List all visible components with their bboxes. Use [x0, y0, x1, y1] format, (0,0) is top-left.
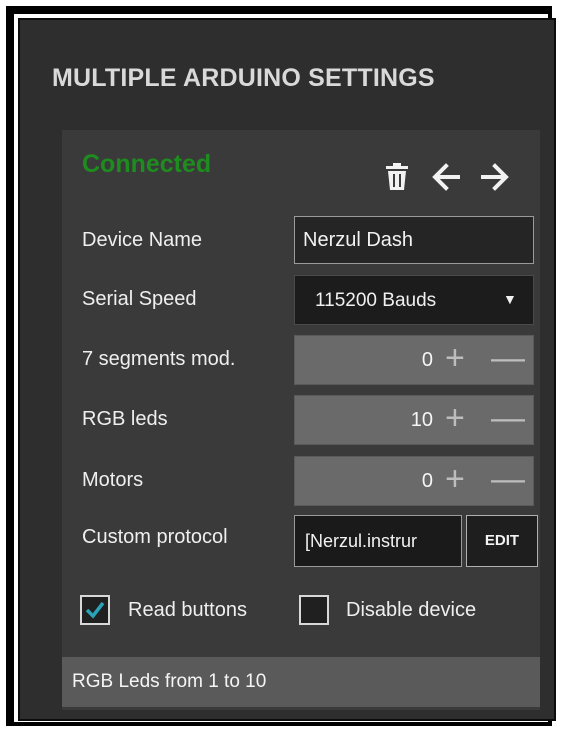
minus-icon[interactable]: —: [491, 462, 525, 496]
read-buttons-label: Read buttons: [128, 599, 247, 621]
device-name-input[interactable]: [294, 216, 534, 264]
seven-segments-value: 0: [421, 349, 433, 371]
serial-speed-select[interactable]: 115200 Bauds ▼: [294, 275, 534, 325]
seven-segments-stepper[interactable]: 0 + —: [294, 335, 534, 385]
rgb-leds-value: 10: [410, 409, 433, 431]
disable-device-checkbox[interactable]: [299, 595, 329, 625]
motors-value: 0: [421, 470, 433, 492]
seven-segments-label: 7 segments mod.: [82, 348, 236, 370]
plus-icon[interactable]: +: [445, 401, 465, 435]
trash-icon[interactable]: [384, 163, 410, 196]
minus-icon[interactable]: —: [491, 401, 525, 435]
rgb-leds-stepper[interactable]: 10 + —: [294, 395, 534, 445]
panel-title: MULTIPLE ARDUINO SETTINGS: [52, 64, 435, 92]
checkmark-icon: [85, 601, 105, 619]
read-buttons-checkbox[interactable]: [80, 595, 110, 625]
custom-protocol-label: Custom protocol: [82, 526, 228, 548]
plus-icon[interactable]: +: [445, 462, 465, 496]
disable-device-label: Disable device: [346, 599, 477, 621]
motors-stepper[interactable]: 0 + —: [294, 456, 534, 506]
custom-protocol-field[interactable]: [Nerzul.instrur: [294, 515, 462, 567]
serial-speed-label: Serial Speed: [82, 288, 197, 310]
footer-bar: RGB Leds from 1 to 10: [62, 657, 540, 707]
device-name-label: Device Name: [82, 229, 203, 251]
motors-label: Motors: [82, 469, 144, 491]
arrow-right-icon[interactable]: [479, 163, 509, 196]
rgb-leds-label: RGB leds: [82, 408, 168, 430]
serial-speed-value: 115200 Bauds: [315, 290, 437, 311]
edit-protocol-button[interactable]: EDIT: [466, 515, 538, 567]
minus-icon[interactable]: —: [491, 341, 525, 375]
plus-icon[interactable]: +: [445, 341, 465, 375]
connection-status: Connected: [82, 150, 212, 178]
chevron-down-icon: ▼: [503, 291, 517, 307]
arrow-left-icon[interactable]: [432, 163, 462, 196]
footer-text: RGB Leds from 1 to 10: [72, 671, 267, 692]
